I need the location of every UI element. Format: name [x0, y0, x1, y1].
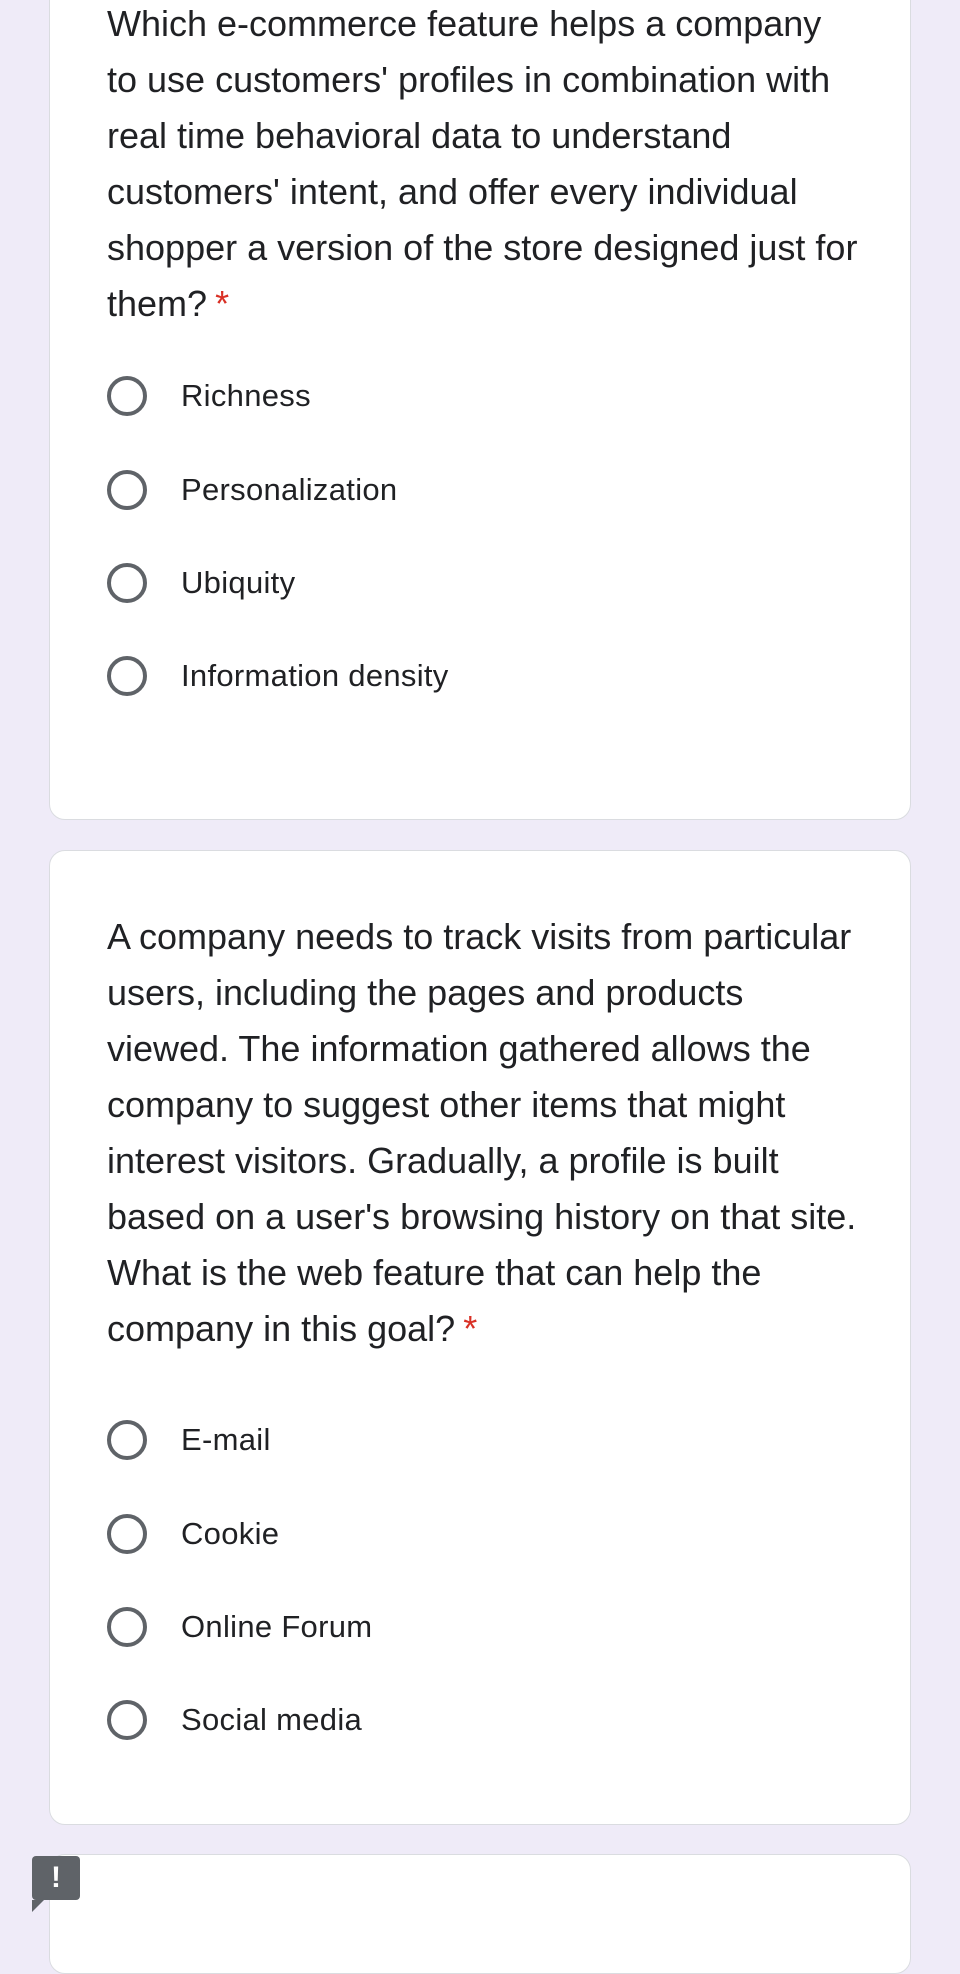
option-email[interactable]: E-mail [107, 1410, 271, 1470]
report-issue-icon: ! [51, 1861, 61, 1894]
question-card-1: Which e-commerce feature helps a company… [49, 0, 911, 820]
question-title: Which e-commerce feature helps a company… [107, 0, 860, 332]
question-text: Which e-commerce feature helps a company… [107, 3, 858, 324]
option-information-density[interactable]: Information density [107, 646, 449, 706]
question-card-2: A company needs to track visits from par… [49, 850, 911, 1825]
radio-button[interactable] [107, 1514, 147, 1554]
option-richness[interactable]: Richness [107, 366, 311, 426]
option-label: Information density [181, 658, 449, 693]
radio-button[interactable] [107, 656, 147, 696]
option-label: Ubiquity [181, 565, 296, 600]
radio-button[interactable] [107, 1607, 147, 1647]
option-ubiquity[interactable]: Ubiquity [107, 553, 295, 613]
option-cookie[interactable]: Cookie [107, 1504, 279, 1564]
option-label: Personalization [181, 472, 398, 507]
option-label: Social media [181, 1702, 363, 1737]
question-card-3 [49, 1854, 911, 1974]
radio-button[interactable] [107, 1700, 147, 1740]
question-title: A company needs to track visits from par… [107, 909, 860, 1357]
radio-button[interactable] [107, 563, 147, 603]
radio-button[interactable] [107, 470, 147, 510]
option-social-media[interactable]: Social media [107, 1690, 362, 1750]
radio-button[interactable] [107, 1420, 147, 1460]
required-asterisk: * [215, 283, 230, 324]
report-issue-button[interactable]: ! [32, 1856, 80, 1912]
option-label: E-mail [181, 1422, 271, 1457]
option-online-forum[interactable]: Online Forum [107, 1597, 372, 1657]
option-label: Cookie [181, 1516, 280, 1551]
option-label: Richness [181, 378, 311, 413]
option-label: Online Forum [181, 1609, 373, 1644]
option-personalization[interactable]: Personalization [107, 460, 397, 520]
question-text: A company needs to track visits from par… [107, 916, 857, 1349]
required-asterisk: * [463, 1308, 478, 1349]
radio-button[interactable] [107, 376, 147, 416]
